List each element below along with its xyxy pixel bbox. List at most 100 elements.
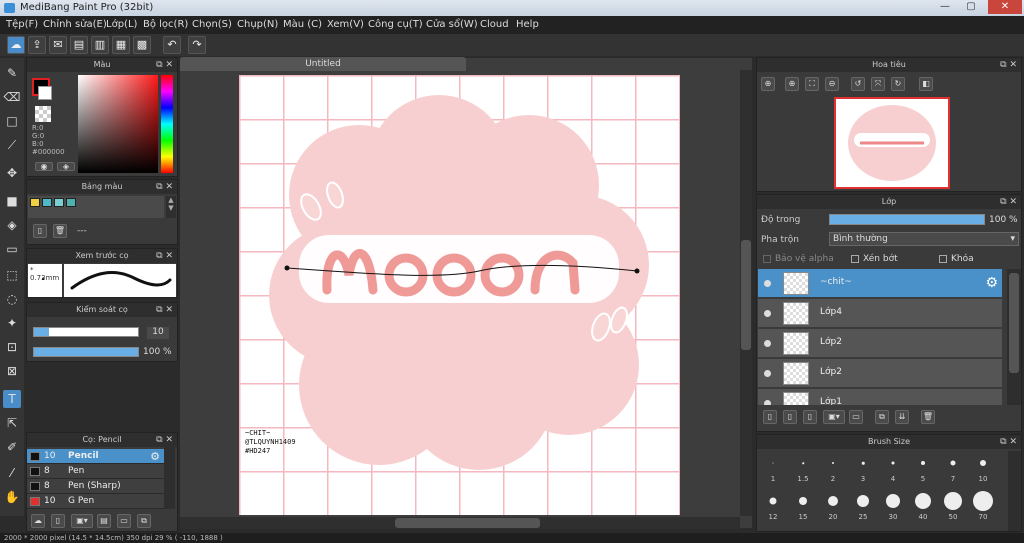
lock-checkbox[interactable] bbox=[939, 255, 947, 263]
select-tool-icon[interactable]: ⬚ bbox=[3, 266, 21, 284]
menu-select[interactable]: Chọn(S) bbox=[192, 19, 232, 30]
text-tool-icon[interactable]: T bbox=[3, 390, 21, 408]
clipping-checkbox[interactable] bbox=[851, 255, 859, 263]
brush-list-item[interactable]: 10 G Pen bbox=[27, 494, 164, 509]
menu-help[interactable]: Help bbox=[516, 19, 539, 30]
navigator-thumbnail[interactable] bbox=[834, 97, 950, 189]
new-palette-icon[interactable]: ▯ bbox=[33, 224, 47, 238]
menu-file[interactable]: Tệp(F) bbox=[6, 19, 38, 30]
brush-size-option[interactable]: 30 bbox=[879, 489, 907, 523]
brush-size-value[interactable]: 10 bbox=[147, 327, 169, 339]
rotate-left-icon[interactable]: ↺ bbox=[851, 77, 865, 91]
new-halftone-layer-icon[interactable]: ▯ bbox=[783, 410, 797, 424]
grid-icon[interactable]: ▩ bbox=[133, 36, 151, 54]
menu-view[interactable]: Xem(V) bbox=[327, 19, 364, 30]
brush-size-option[interactable]: 40 bbox=[909, 489, 937, 523]
canvas-vertical-scrollbar[interactable] bbox=[740, 70, 752, 516]
add-layer-dropdown-icon[interactable]: ▣▾ bbox=[823, 410, 845, 424]
color-mode-button[interactable]: ◉ bbox=[35, 162, 53, 171]
brush-size-option[interactable]: 25 bbox=[849, 489, 877, 523]
palette-swatch[interactable] bbox=[42, 198, 52, 207]
cloud-icon[interactable]: ☁ bbox=[7, 36, 25, 54]
new-layer-icon[interactable]: ▯ bbox=[763, 410, 777, 424]
layer-row[interactable]: Lớp4 bbox=[758, 299, 1002, 328]
palette-scrollbar[interactable]: ▲ ▼ bbox=[166, 196, 176, 218]
palette-swatch[interactable] bbox=[30, 198, 40, 207]
brush-size-option[interactable]: 20 bbox=[819, 489, 847, 523]
layer-row[interactable]: Lớp2 bbox=[758, 329, 1002, 358]
brush-size-option[interactable]: 5 bbox=[909, 451, 937, 485]
add-brush-dropdown-icon[interactable]: ▣▾ bbox=[71, 514, 93, 528]
palette-swatch[interactable] bbox=[54, 198, 64, 207]
brush-size-option[interactable]: 1.5 bbox=[789, 451, 817, 485]
gear-icon[interactable]: ⚙ bbox=[985, 275, 998, 291]
layer-row[interactable]: ~chit~ ⚙ bbox=[758, 269, 1002, 298]
palette-swatch[interactable] bbox=[66, 198, 76, 207]
horizontal-scroll-thumb[interactable] bbox=[395, 518, 540, 528]
layer-row[interactable]: Lớp2 bbox=[758, 359, 1002, 388]
actual-size-icon[interactable]: ⊖ bbox=[825, 77, 839, 91]
delete-palette-icon[interactable]: 🗑 bbox=[53, 224, 67, 238]
document-icon[interactable]: ▥ bbox=[91, 36, 109, 54]
panel-close-icon[interactable]: ⧉ ✕ bbox=[156, 249, 173, 263]
brush-tool-icon[interactable]: ✎ bbox=[3, 64, 21, 82]
magic-wand-tool-icon[interactable]: ✦ bbox=[3, 314, 21, 332]
brush-size-option[interactable]: 3 bbox=[849, 451, 877, 485]
drawing-canvas[interactable]: ~CHIT~ @TLQUYNH1409 #HD247 bbox=[239, 75, 680, 515]
zoom-in-icon[interactable]: ⊕ bbox=[761, 77, 775, 91]
fill-rect-tool-icon[interactable]: ■ bbox=[3, 192, 21, 210]
brush-size-scrollbar[interactable] bbox=[1008, 451, 1021, 531]
fit-screen-icon[interactable]: ⛶ bbox=[805, 77, 819, 91]
menu-layer[interactable]: Lớp(L) bbox=[106, 19, 137, 30]
protect-alpha-checkbox[interactable] bbox=[763, 255, 771, 263]
select-eraser-tool-icon[interactable]: ⊠ bbox=[3, 362, 21, 380]
bucket-tool-icon[interactable]: ◈ bbox=[3, 216, 21, 234]
rectangle-tool-icon[interactable]: □ bbox=[3, 112, 21, 130]
layer-scroll-thumb[interactable] bbox=[1009, 273, 1019, 373]
select-pen-tool-icon[interactable]: ⊡ bbox=[3, 338, 21, 356]
visibility-eye-icon[interactable] bbox=[764, 310, 771, 317]
upload-icon[interactable]: ⇪ bbox=[28, 36, 46, 54]
layer-row[interactable]: Lớp1 bbox=[758, 389, 1002, 405]
secondary-color-swatch[interactable] bbox=[38, 86, 52, 100]
maximize-button[interactable]: ▢ bbox=[960, 0, 982, 14]
brush-size-option[interactable]: 7 bbox=[939, 451, 967, 485]
color-swap-button[interactable]: ◈ bbox=[57, 162, 75, 171]
brush-size-option[interactable]: 50 bbox=[939, 489, 967, 523]
eyedropper-tool-icon[interactable]: ⁄ bbox=[3, 464, 21, 482]
move-tool-icon[interactable]: ✥ bbox=[3, 164, 21, 182]
brush-size-option[interactable]: 2 bbox=[819, 451, 847, 485]
layer-opacity-slider[interactable] bbox=[829, 214, 985, 225]
brush-size-option[interactable]: 12 bbox=[759, 489, 787, 523]
menu-filter[interactable]: Bộ lọc(R) bbox=[143, 19, 188, 30]
panel-close-icon[interactable]: ⧉ ✕ bbox=[156, 58, 173, 72]
layer-list-scrollbar[interactable] bbox=[1007, 269, 1021, 405]
layer-folder-icon[interactable]: ▭ bbox=[849, 410, 863, 424]
rotate-right-icon[interactable]: ↻ bbox=[891, 77, 905, 91]
panel-close-icon[interactable]: ⧉ ✕ bbox=[156, 180, 173, 194]
brush-size-option[interactable]: 4 bbox=[879, 451, 907, 485]
panel-close-icon[interactable]: ⧉ ✕ bbox=[156, 303, 173, 317]
divide-tool-icon[interactable]: ✐ bbox=[3, 438, 21, 456]
gradient-tool-icon[interactable]: ▭ bbox=[3, 240, 21, 258]
minimize-button[interactable]: — bbox=[934, 0, 956, 14]
new-brush-icon[interactable]: ▯ bbox=[51, 514, 65, 528]
chat-icon[interactable]: ▤ bbox=[70, 36, 88, 54]
brush-list-item[interactable]: 10 Pencil ⚙ bbox=[27, 449, 164, 464]
panel-close-icon[interactable]: ⧉ ✕ bbox=[1000, 195, 1017, 209]
visibility-eye-icon[interactable] bbox=[764, 400, 771, 405]
panel-icon[interactable]: ▦ bbox=[112, 36, 130, 54]
menu-edit[interactable]: Chỉnh sửa(E) bbox=[43, 19, 107, 30]
brush-size-option[interactable]: 1 bbox=[759, 451, 787, 485]
gear-icon[interactable]: ⚙ bbox=[150, 450, 160, 463]
panel-close-icon[interactable]: ⧉ ✕ bbox=[1000, 58, 1017, 72]
visibility-eye-icon[interactable] bbox=[764, 370, 771, 377]
flip-icon[interactable]: ⤧ bbox=[871, 77, 885, 91]
zoom-out-icon[interactable]: ⊕ bbox=[785, 77, 799, 91]
menu-tools[interactable]: Công cụ(T) bbox=[368, 19, 423, 30]
panel-close-icon[interactable]: ⧉ ✕ bbox=[156, 433, 173, 447]
hand-tool-icon[interactable]: ✋ bbox=[3, 488, 21, 506]
brush-duplicate-icon[interactable]: ⧉ bbox=[137, 514, 151, 528]
brush-size-slider[interactable] bbox=[33, 327, 139, 337]
line-tool-icon[interactable]: ⟋ bbox=[3, 136, 21, 154]
